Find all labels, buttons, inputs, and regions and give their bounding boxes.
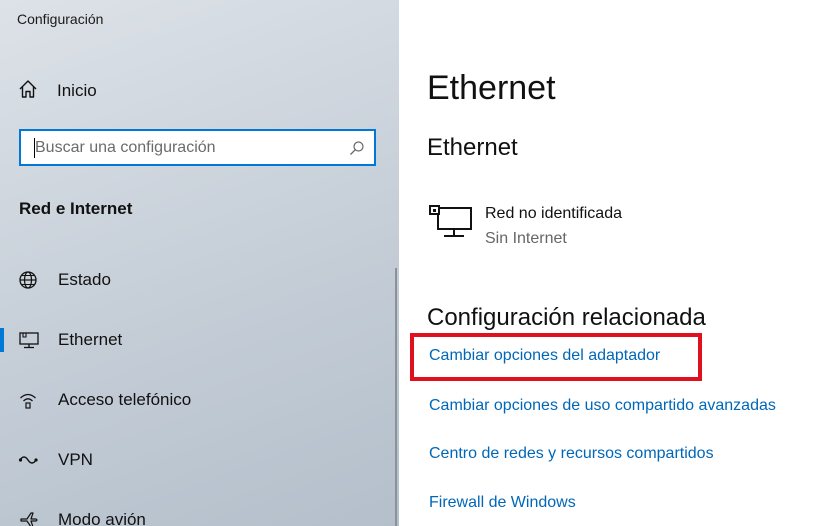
main-content: Ethernet Ethernet Red no identificada Si… — [399, 0, 825, 526]
home-icon — [18, 79, 38, 104]
sidebar-item-acceso-telefonico[interactable]: Acceso telefónico — [0, 380, 395, 420]
network-adapter-icon[interactable] — [429, 205, 473, 246]
globe-icon — [18, 270, 40, 290]
sidebar-item-modo-avion[interactable]: Modo avión — [0, 500, 395, 526]
windows-firewall-link[interactable]: Firewall de Windows — [429, 494, 576, 512]
sidebar-scrollbar[interactable] — [395, 268, 397, 526]
related-settings-title: Configuración relacionada — [427, 304, 706, 331]
search-icon[interactable] — [349, 140, 365, 161]
vpn-icon — [18, 450, 40, 470]
app-title: Configuración — [17, 11, 104, 27]
search-input[interactable] — [21, 131, 355, 164]
search-box[interactable] — [19, 129, 376, 166]
section-title: Red e Internet — [19, 199, 133, 218]
highlight-annotation — [410, 333, 702, 381]
sidebar-item-label: Estado — [58, 270, 111, 289]
sidebar-item-label: Acceso telefónico — [58, 390, 192, 409]
text-caret — [34, 138, 35, 158]
network-status: Sin Internet — [485, 230, 567, 247]
sidebar-item-label: Modo avión — [58, 510, 146, 526]
network-name[interactable]: Red no identificada — [485, 205, 622, 223]
airplane-icon — [18, 510, 40, 526]
sidebar-item-label: VPN — [58, 450, 93, 469]
page-title: Ethernet — [427, 69, 556, 107]
home-nav-item[interactable]: Inicio — [18, 78, 97, 104]
advanced-sharing-options-link[interactable]: Cambiar opciones de uso compartido avanz… — [429, 397, 776, 415]
sidebar: Configuración Inicio Red e Internet Esta… — [0, 0, 399, 526]
ethernet-monitor-icon — [18, 330, 40, 350]
section-subtitle: Ethernet — [427, 134, 518, 161]
sidebar-item-label: Ethernet — [58, 330, 123, 349]
sidebar-item-vpn[interactable]: VPN — [0, 440, 395, 480]
home-label: Inicio — [57, 81, 97, 100]
network-sharing-center-link[interactable]: Centro de redes y recursos compartidos — [429, 445, 714, 463]
dialup-icon — [18, 390, 40, 410]
sidebar-item-ethernet[interactable]: Ethernet — [0, 320, 395, 360]
sidebar-item-estado[interactable]: Estado — [0, 260, 395, 300]
